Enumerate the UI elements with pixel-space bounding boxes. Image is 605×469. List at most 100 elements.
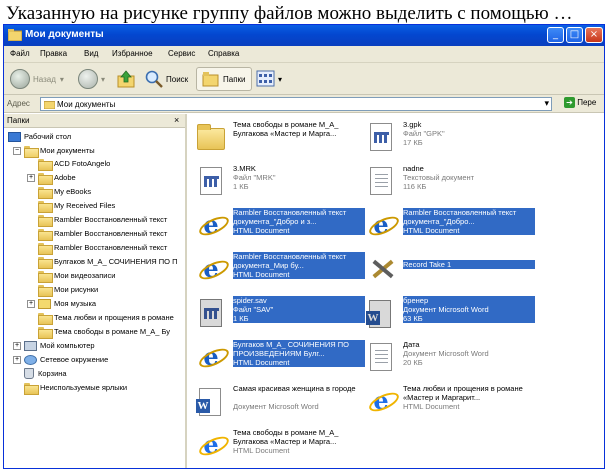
file-item[interactable]: 3.gpk Файл "GPK" 17 КБ <box>365 120 535 164</box>
folder-icon <box>44 101 55 109</box>
menu-file[interactable]: Файл <box>10 49 30 58</box>
tree-item-my-videos[interactable]: Мои видеозаписи <box>38 269 115 283</box>
tree-item-rambler-2[interactable]: Rambler Восстановленный текст <box>38 227 167 241</box>
close-pane-icon[interactable]: × <box>174 115 179 125</box>
menu-favorites[interactable]: Избранное <box>112 49 153 58</box>
file-item[interactable]: W бренер Документ Microsoft Word 63 КБ <box>365 296 535 340</box>
file-type: Файл "MRK" <box>233 173 276 182</box>
folder-icon <box>8 29 22 41</box>
tree-item-rambler-3[interactable]: Rambler Восстановленный текст <box>38 241 168 255</box>
go-button[interactable]: ➔ Пере <box>564 97 596 108</box>
file-item[interactable]: Record Take 1 <box>365 252 535 296</box>
address-input[interactable]: Мои документы ▾ <box>40 97 552 111</box>
title-bar: Мои документы _ □ × <box>4 25 604 46</box>
menu-edit[interactable]: Правка <box>40 49 67 58</box>
file-item[interactable]: W Самая красивая женщина в городе Докуме… <box>195 384 365 428</box>
address-bar: Адрес Мои документы ▾ ➔ Пере <box>4 95 604 113</box>
search-label: Поиск <box>166 74 189 84</box>
search-icon <box>145 70 163 88</box>
views-button[interactable]: ▾ <box>256 67 282 91</box>
file-item[interactable]: 3.MRK Файл "MRK" 1 КБ <box>195 164 365 208</box>
tree-item-recycle-bin[interactable]: Корзина <box>24 367 67 380</box>
file-item[interactable]: Тема свободы в романе М_А_ Булгакова «Ма… <box>195 120 365 164</box>
menu-bar: Файл Правка Вид Избранное Сервис Справка <box>4 46 604 63</box>
expand-toggle[interactable]: + <box>27 174 35 182</box>
tree-item-label: My Received Files <box>54 201 116 210</box>
network-icon <box>24 354 37 365</box>
tree-item-label: Rambler Восстановленный текст <box>54 215 168 224</box>
file-size: 20 КБ <box>403 358 423 367</box>
explorer-window: Мои документы _ □ × Файл Правка Вид Избр… <box>3 24 605 469</box>
tree-item-my-documents[interactable]: Мои документы <box>24 144 95 158</box>
tree-item-label: Мои рисунки <box>54 285 99 294</box>
expand-toggle[interactable]: + <box>13 342 21 350</box>
file-type: HTML Document <box>233 358 365 367</box>
file-name: Rambler Восстановленный текст документа_… <box>233 252 365 270</box>
menu-tools[interactable]: Сервис <box>168 49 195 58</box>
tree-item-my-music[interactable]: Моя музыка <box>38 297 96 310</box>
close-button[interactable]: × <box>585 27 603 43</box>
file-item[interactable]: e Rambler Восстановленный текст документ… <box>365 208 535 252</box>
file-type: Файл "GPK" <box>403 129 445 138</box>
file-item[interactable]: nadne Текстовый документ 116 КБ <box>365 164 535 208</box>
address-value: Мои документы <box>57 100 116 109</box>
file-item[interactable]: e Rambler Восстановленный текст документ… <box>195 208 365 252</box>
expand-toggle[interactable]: + <box>27 300 35 308</box>
file-name: Record Take 1 <box>403 260 535 269</box>
folders-button[interactable]: Папки <box>196 67 252 91</box>
file-name: Rambler Восстановленный текст документа_… <box>403 208 535 226</box>
folder-open-icon <box>24 145 39 158</box>
word-icon: W <box>365 298 397 330</box>
tree-item-adobe[interactable]: Adobe <box>38 171 76 185</box>
folder-icon <box>38 284 53 297</box>
file-item[interactable]: Дата Документ Microsoft Word 20 КБ <box>365 340 535 384</box>
tree-item-acd[interactable]: ACD FotoAngelo <box>38 157 110 171</box>
tree-item-my-computer[interactable]: Мой компьютер <box>24 339 95 352</box>
tree-item-rambler-1[interactable]: Rambler Восстановленный текст <box>38 213 168 227</box>
tree-item-label: Корзина <box>38 369 67 378</box>
forward-button[interactable]: ▾ <box>78 67 105 91</box>
expand-toggle[interactable]: + <box>13 356 21 364</box>
folder-icon <box>24 382 39 395</box>
back-button[interactable]: Назад ▾ <box>10 67 64 91</box>
file-item[interactable]: e Rambler Восстановленный текст документ… <box>195 252 365 296</box>
tree-item-theme-love[interactable]: Тема любви и прощения в романе <box>38 311 174 325</box>
tree-item-received[interactable]: My Received Files <box>38 199 116 213</box>
tree-item-network[interactable]: Сетевое окружение <box>24 353 108 366</box>
menu-view[interactable]: Вид <box>84 49 98 58</box>
tree-item-my-pictures[interactable]: Мои рисунки <box>38 283 99 297</box>
files-pane: Тема свободы в романе М_А_ Булгакова «Ма… <box>189 114 604 468</box>
folder-icon <box>38 228 53 241</box>
tree-item-label: Rambler Восстановленный текст <box>54 243 168 252</box>
collapse-toggle[interactable]: − <box>13 147 21 155</box>
ie-icon: e <box>195 210 227 242</box>
tree-item-my-ebooks[interactable]: My eBooks <box>38 185 91 199</box>
maximize-button[interactable]: □ <box>566 27 583 43</box>
file-item[interactable]: spider.sav Файл "SAV" 1 КБ <box>195 296 365 340</box>
file-item[interactable]: e Булгаков М_А_ СОЧИНЕНИЯ ПО ПРОИЗВЕДЕНИ… <box>195 340 365 384</box>
chevron-down-icon: ▾ <box>278 74 283 84</box>
up-folder-button[interactable] <box>116 67 136 91</box>
folder-icon <box>38 256 53 269</box>
back-label: Назад <box>33 74 56 84</box>
file-name: spider.sav <box>233 296 365 305</box>
file-type: Документ Microsoft Word <box>233 402 319 411</box>
tree-item-theme-freedom[interactable]: Тема свободы в романе М_А_ Бу <box>38 325 170 339</box>
tree-item-unused-shortcuts[interactable]: Неиспользуемые ярлыки <box>24 381 127 395</box>
grid-file-icon <box>365 122 397 154</box>
menu-help[interactable]: Справка <box>208 49 239 58</box>
file-item[interactable]: e Тема свободы в романе М_А_ Булгакова «… <box>195 428 365 468</box>
file-item[interactable]: e Тема любви и прощения в романе «Мастер… <box>365 384 535 428</box>
ie-icon: e <box>365 386 397 418</box>
minimize-button[interactable]: _ <box>547 27 564 43</box>
file-size: 1 КБ <box>233 314 365 323</box>
file-type: Документ Microsoft Word <box>403 349 489 358</box>
text-file-icon <box>365 166 397 198</box>
winamp-icon <box>365 254 397 286</box>
desktop-icon <box>8 131 21 142</box>
search-button[interactable]: Поиск <box>144 67 188 91</box>
tree-item-desktop[interactable]: Рабочий стол <box>8 130 71 143</box>
tree-item-bulgakov[interactable]: Булгаков М_А_ СОЧИНЕНИЯ ПО П <box>38 255 177 269</box>
ie-icon: e <box>195 342 227 374</box>
chevron-down-icon[interactable]: ▾ <box>544 98 549 109</box>
